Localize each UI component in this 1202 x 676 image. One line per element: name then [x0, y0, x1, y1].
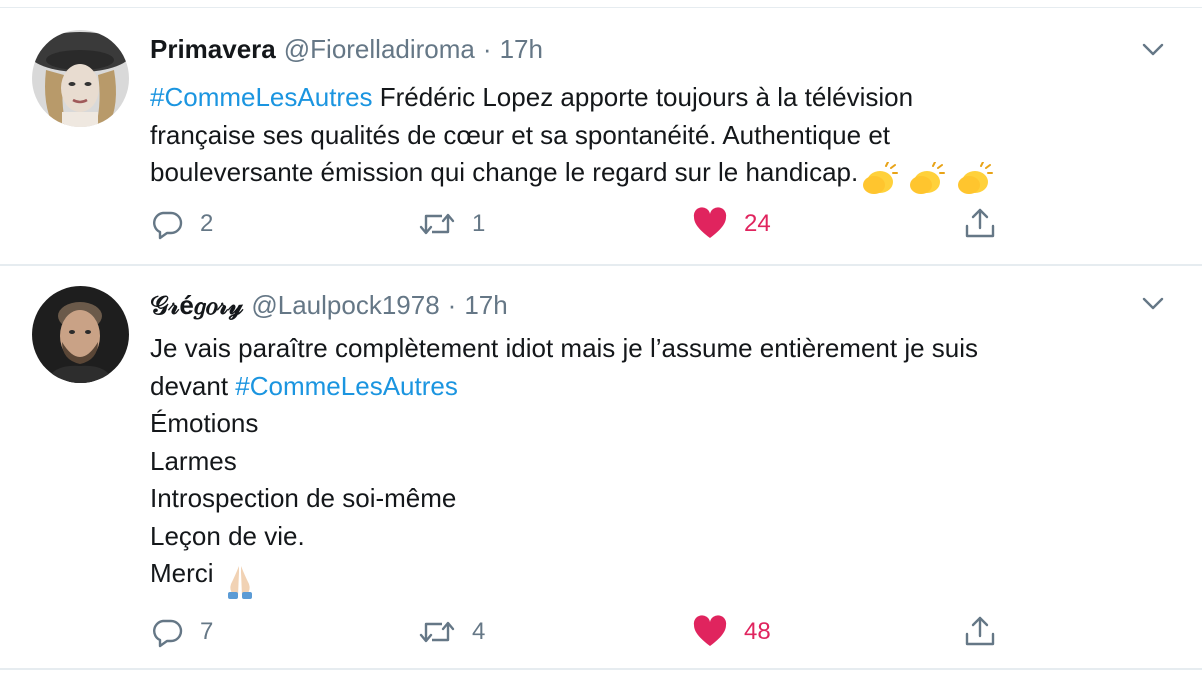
reply-button[interactable]: 7 — [150, 612, 213, 652]
tweet-text: Je vais paraître complètement idiot mais… — [150, 330, 1150, 600]
clapping-hands-icon — [910, 162, 946, 195]
tweet-text-line: Merci — [150, 558, 221, 588]
share-icon — [965, 616, 995, 646]
tweet-actions: 7 4 48 — [0, 612, 1202, 652]
separator-dot: · — [482, 34, 492, 64]
display-name[interactable]: Primavera — [150, 34, 276, 64]
share-icon — [965, 208, 995, 238]
hashtag-link[interactable]: #CommeLesAutres — [150, 82, 373, 112]
retweet-icon — [419, 213, 455, 235]
user-handle[interactable]: @Laulpock1978 — [251, 290, 439, 320]
like-count: 48 — [744, 618, 771, 645]
like-button[interactable]: 24 — [692, 204, 771, 244]
clapping-hands-icon — [957, 162, 993, 195]
tweet-text-segment: devant — [150, 370, 236, 401]
timeline: Primavera @Fiorelladiroma · 17h #CommeLesAu… — [0, 0, 1202, 676]
separator-dot: · — [447, 290, 457, 320]
tweet[interactable]: Primavera @Fiorelladiroma · 17h #CommeLesAu… — [0, 8, 1202, 264]
share-button[interactable] — [962, 612, 998, 652]
reply-icon — [153, 619, 183, 648]
tweet-text-segment: Frédéric Lopez apporte toujours à la tél… — [372, 82, 914, 112]
heart-icon — [693, 207, 727, 238]
hashtag-link[interactable]: #CommeLesAutres — [235, 371, 458, 401]
clapping-hands-icon — [863, 162, 899, 195]
retweet-count: 4 — [472, 618, 486, 645]
tweet-text: #CommeLesAutres Frédéric Lopez apporte t… — [150, 79, 1150, 198]
retweet-button[interactable]: 4 — [418, 612, 485, 652]
heart-icon — [693, 615, 727, 646]
reply-icon — [153, 211, 183, 240]
folded-hands-emoji — [221, 561, 259, 600]
share-button[interactable] — [962, 204, 998, 244]
retweet-button[interactable]: 1 — [418, 204, 485, 244]
tweet-header: Primavera @Fiorelladiroma · 17h — [150, 32, 543, 66]
tweet-text-line: Émotions — [150, 408, 259, 438]
timestamp[interactable]: 17h — [500, 34, 543, 64]
chevron-down-icon[interactable] — [1138, 288, 1168, 318]
display-name[interactable]: 𝒢𝓇é𝑔𝑜𝓇𝓎 — [150, 290, 243, 320]
tweet-text-line: Leçon de vie. — [150, 520, 305, 551]
reply-count: 7 — [200, 618, 214, 645]
folded-hands-icon — [227, 566, 252, 600]
reply-count: 2 — [200, 210, 214, 237]
tweet-text-line: française ses qualités de cœur et sa spo… — [150, 119, 891, 150]
retweet-count: 1 — [472, 210, 486, 237]
tweet[interactable]: 𝒢𝓇é𝑔𝑜𝓇𝓎 @Laulpock1978 · 17h Je vais paraîtr… — [0, 266, 1202, 668]
tweet-text-line: Je vais paraître complètement idiot mais… — [150, 333, 979, 363]
clapping-hands-emoji — [858, 160, 993, 198]
tweet-text-line: bouleversante émission qui change le reg… — [150, 157, 859, 187]
tweet-header: 𝒢𝓇é𝑔𝑜𝓇𝓎 @Laulpock1978 · 17h — [150, 288, 508, 322]
tweet-text-line: Larmes — [150, 445, 237, 476]
timestamp[interactable]: 17h — [464, 290, 507, 320]
user-handle[interactable]: @Fiorelladiroma — [284, 34, 475, 64]
reply-button[interactable]: 2 — [150, 204, 213, 244]
tweet-text-line: Introspection de soi-même — [150, 483, 457, 513]
divider — [0, 668, 1202, 670]
like-count: 24 — [744, 210, 771, 237]
retweet-icon — [419, 621, 455, 643]
avatar[interactable] — [32, 30, 129, 127]
like-button[interactable]: 48 — [692, 612, 771, 652]
chevron-down-icon[interactable] — [1138, 34, 1168, 64]
avatar[interactable] — [32, 286, 129, 383]
tweet-actions: 2 1 24 — [0, 204, 1202, 244]
